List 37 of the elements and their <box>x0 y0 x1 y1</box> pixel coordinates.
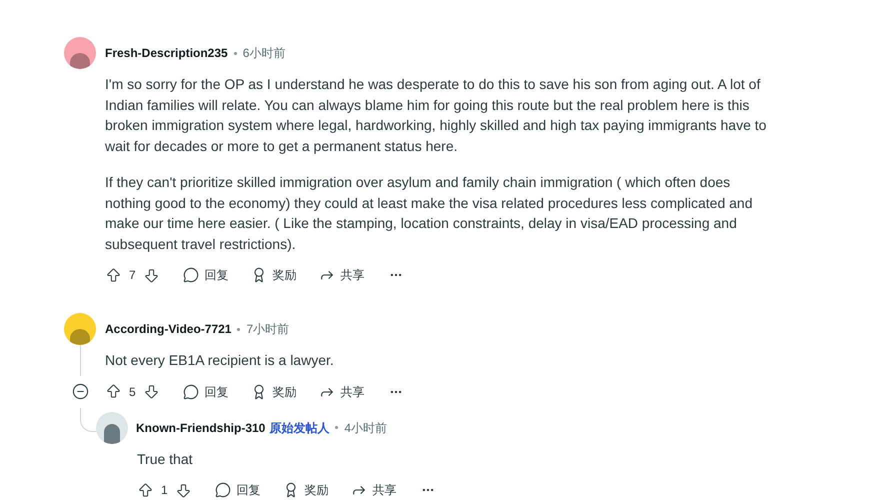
avatar <box>96 412 128 444</box>
vote-count: 5 <box>129 384 136 400</box>
award-button[interactable]: 奖励 <box>250 266 297 284</box>
vote-count: 7 <box>129 267 136 284</box>
reply-button[interactable]: 回复 <box>214 481 261 499</box>
comment-text: I'm so sorry for the OP as I understand he was desperate to do this to save his son from aging out. A lot of Indian families will relate. You can always blame him for going this route but the real problem here is this broken immigration system where legal, hardworking, highly skilled and high tax paying immigrants have to wait for decades or more to get a permanent status here. <box>105 75 768 156</box>
comment-text: True that <box>137 450 194 468</box>
share-button[interactable]: 共享 <box>318 266 365 284</box>
speech-bubble-icon <box>182 384 199 400</box>
username[interactable]: Fresh-Description235 <box>105 44 228 62</box>
dot-separator-icon <box>237 328 240 330</box>
reply-button[interactable]: 回复 <box>182 382 229 400</box>
timestamp: 7小时前 <box>246 321 290 338</box>
award-button[interactable]: 奖励 <box>250 382 297 400</box>
reply-button[interactable]: 回复 <box>182 266 229 284</box>
vote-count: 1 <box>161 482 168 499</box>
op-label: 原始发帖人 <box>269 420 330 436</box>
downvote-icon[interactable] <box>174 482 192 498</box>
downvote-icon[interactable] <box>142 383 160 400</box>
comment-text: If they can't prioritize skilled immigration over asylum and family chain immigration ( which often does nothing good to the economy) they could at least make the visa related procedures less complicated and make our time here easier. ( Like the stamping, location constraints, delay in visa/EAD processing and subsequent travel restrictions). <box>105 173 754 254</box>
award-button[interactable]: 奖励 <box>282 481 329 499</box>
username[interactable]: According-Video-7721 <box>105 320 232 338</box>
dot-separator-icon <box>335 426 338 429</box>
timestamp: 6小时前 <box>242 45 286 62</box>
dot-separator-icon <box>234 52 237 54</box>
upvote-icon[interactable] <box>105 266 122 284</box>
downvote-icon[interactable] <box>142 266 160 284</box>
comment-text: Not every EB1A recipient is a lawyer. <box>105 351 335 370</box>
share-button[interactable]: 共享 <box>318 382 365 400</box>
speech-bubble-icon <box>182 267 199 283</box>
upvote-icon[interactable] <box>105 383 122 400</box>
upvote-icon[interactable] <box>137 482 154 498</box>
timestamp: 4小时前 <box>344 420 388 436</box>
speech-bubble-icon <box>214 482 231 498</box>
share-button[interactable]: 共享 <box>350 481 397 499</box>
collapse-button[interactable] <box>72 383 88 400</box>
username[interactable]: Known-Friendship-310 <box>136 418 266 436</box>
